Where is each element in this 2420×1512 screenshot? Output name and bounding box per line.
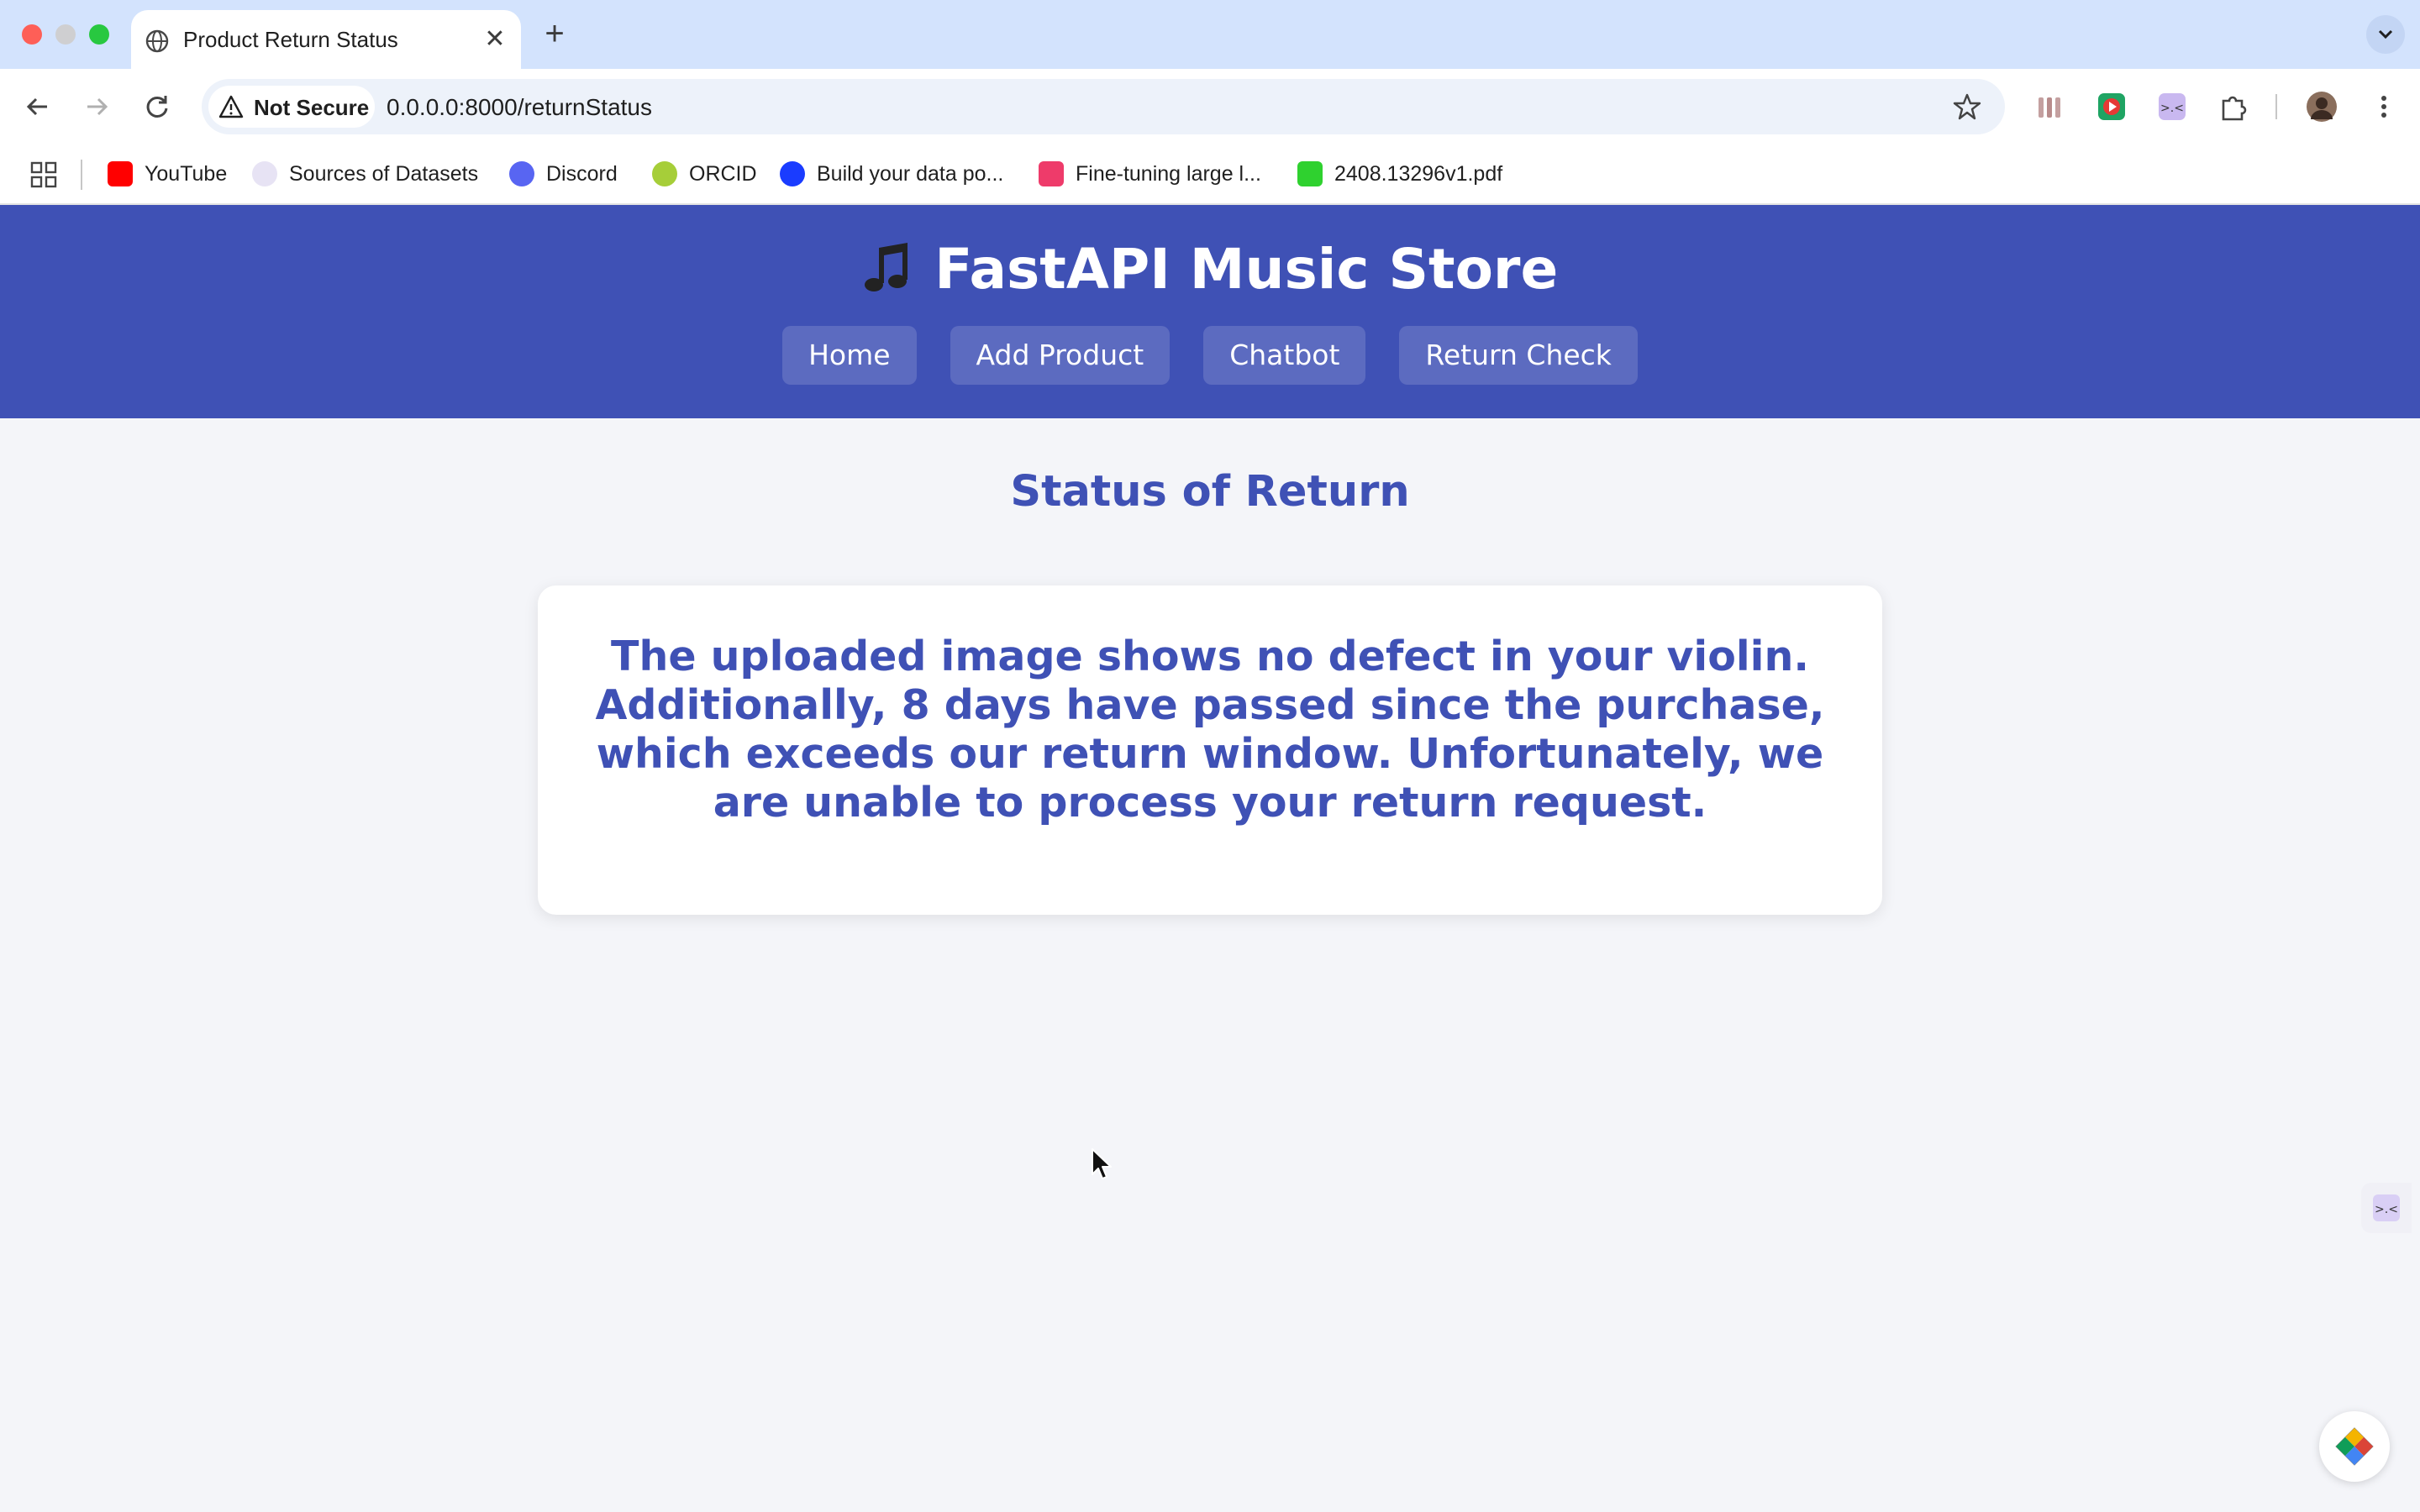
orcid-icon (652, 161, 677, 187)
forward-arrow-icon[interactable] (77, 87, 116, 126)
pdf-icon (1297, 161, 1323, 187)
nav-add-product-button[interactable]: Add Product (950, 326, 1171, 385)
floating-assistant-button[interactable] (2319, 1411, 2390, 1482)
bookmark-build-your-data[interactable]: Build your data po... (780, 161, 1003, 190)
return-status-message: The uploaded image shows no defect in yo… (595, 633, 1825, 827)
url-text[interactable]: 0.0.0.0:8000/returnStatus (387, 94, 652, 121)
security-indicator[interactable]: Not Secure (208, 86, 375, 128)
return-status-card: The uploaded image shows no defect in yo… (538, 585, 1882, 915)
reload-icon[interactable] (138, 87, 176, 126)
not-secure-label: Not Secure (254, 95, 370, 120)
back-arrow-icon[interactable] (18, 87, 57, 126)
browser-tab-strip: Product Return Status ✕ + (0, 0, 2420, 69)
address-bar[interactable]: Not Secure 0.0.0.0:8000/returnStatus (202, 79, 2005, 134)
main-nav: Home Add Product Chatbot Return Check (0, 326, 2420, 385)
finetune-icon (1039, 161, 1064, 187)
colorful-diamond-icon (2335, 1427, 2374, 1466)
bookmark-fine-tuning[interactable]: Fine-tuning large l... (1039, 161, 1261, 190)
more-menu-icon[interactable] (2368, 91, 2400, 123)
site-title-row: FastAPI Music Store (0, 237, 2420, 302)
bookmark-orcid[interactable]: ORCID (652, 161, 757, 190)
svg-text:>.<: >.< (2375, 1203, 2398, 1216)
page-heading: Status of Return (1010, 467, 1410, 517)
bookmarks-bar: YouTube Sources of Datasets Discord ORCI… (0, 144, 2420, 205)
apps-grid-icon[interactable] (30, 161, 57, 188)
musical-note-icon (864, 242, 908, 291)
site-title: FastAPI Music Store (934, 237, 1559, 302)
extension-cat-icon[interactable]: >.< (2156, 91, 2188, 123)
new-tab-button[interactable]: + (538, 17, 571, 50)
chevron-down-icon (2378, 29, 2393, 39)
nav-chatbot-button[interactable]: Chatbot (1203, 326, 1366, 385)
bookmark-youtube[interactable]: YouTube (108, 161, 227, 190)
bookmark-sources-of-datasets[interactable]: Sources of Datasets (252, 161, 478, 190)
globe-icon (145, 29, 169, 53)
extension-record-icon[interactable] (2096, 91, 2128, 123)
nav-return-check-button[interactable]: Return Check (1399, 326, 1638, 385)
side-extension-widget[interactable]: >.< (2361, 1183, 2412, 1233)
cat-face-icon: >.< (2373, 1194, 2400, 1221)
tab-search-button[interactable] (2366, 15, 2405, 54)
warning-icon (218, 95, 244, 118)
bookmark-star-icon[interactable] (1953, 92, 1981, 121)
extension-tubes-icon[interactable] (2033, 91, 2065, 123)
toolbar-divider (2275, 94, 2277, 119)
close-tab-icon[interactable]: ✕ (482, 27, 508, 52)
extensions-puzzle-icon[interactable] (2217, 91, 2249, 123)
active-tab[interactable]: Product Return Status ✕ (131, 10, 521, 69)
youtube-icon (108, 161, 133, 187)
close-window-button[interactable] (22, 24, 42, 45)
d-icon (780, 161, 805, 187)
browser-toolbar: Not Secure 0.0.0.0:8000/returnStatus >.< (0, 69, 2420, 144)
nav-home-button[interactable]: Home (782, 326, 917, 385)
discord-icon (509, 161, 534, 187)
profile-avatar[interactable] (2306, 91, 2338, 123)
site-header: FastAPI Music Store Home Add Product Cha… (0, 205, 2420, 418)
mouse-cursor-icon (1092, 1148, 1112, 1179)
tab-title: Product Return Status (183, 27, 398, 52)
minimize-window-button[interactable] (55, 24, 76, 45)
datasets-icon (252, 161, 277, 187)
bookmark-discord[interactable]: Discord (509, 161, 618, 190)
bookmarks-divider (81, 160, 82, 190)
svg-text:>.<: >.< (2160, 102, 2184, 115)
bookmark-pdf[interactable]: 2408.13296v1.pdf (1297, 161, 1502, 190)
maximize-window-button[interactable] (89, 24, 109, 45)
